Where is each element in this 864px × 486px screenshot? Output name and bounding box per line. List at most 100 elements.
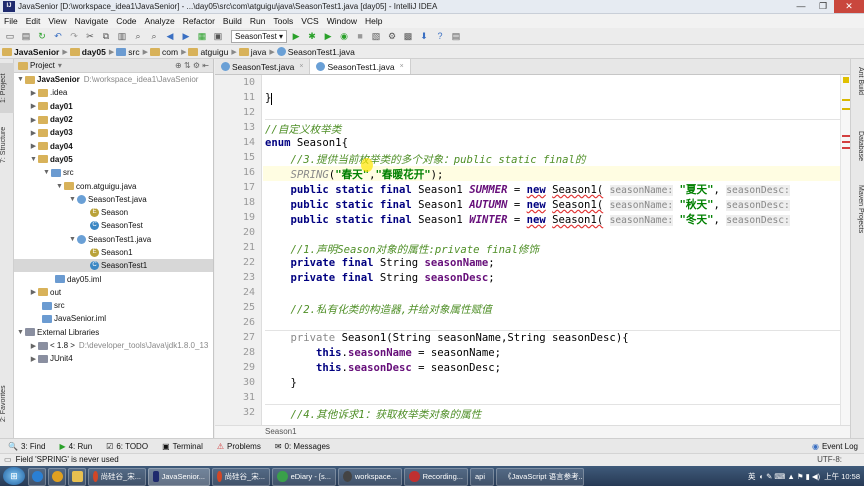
tool-window-database[interactable]: Database (852, 131, 864, 171)
menu-file[interactable]: File (0, 14, 22, 28)
menu-view[interactable]: View (44, 14, 70, 28)
project-structure-icon[interactable]: ▩ (402, 30, 414, 42)
back-icon[interactable]: ◀ (164, 30, 176, 42)
minimize-button[interactable]: — (790, 0, 812, 13)
menu-build[interactable]: Build (219, 14, 246, 28)
maximize-button[interactable]: ❐ (812, 0, 834, 13)
menu-run[interactable]: Run (246, 14, 270, 28)
collapse-arrow-icon[interactable]: ▼ (55, 183, 64, 190)
sync-icon[interactable]: ↻ (36, 30, 48, 42)
collapse-arrow-icon[interactable]: ▼ (68, 196, 77, 203)
code-editor[interactable]: 10 11 12 13 14 15 16 17 18 19 20 21 22 2… (215, 75, 850, 425)
open-folder-icon[interactable]: ▭ (4, 30, 16, 42)
tree-item-day04[interactable]: ▶ day04 (14, 139, 213, 152)
chrome-taskbar-icon[interactable] (48, 467, 66, 486)
tool-event-log[interactable]: ◉ Event Log (812, 442, 858, 451)
collapse-arrow-icon[interactable]: ▼ (16, 76, 25, 83)
tool-find[interactable]: 🔍 3: Find (8, 442, 45, 451)
close-tab-icon[interactable]: × (400, 63, 404, 70)
tool-problems[interactable]: ⚠ Problems (217, 442, 261, 451)
error-stripe[interactable] (840, 75, 850, 425)
taskbar-item-ppt2[interactable]: 尚硅谷_宋... (212, 467, 270, 486)
close-tab-icon[interactable]: × (299, 63, 303, 70)
taskbar-item-workspace[interactable]: workspace... (338, 467, 402, 486)
tab-seasontest-java[interactable]: SeasonTest.java × (215, 59, 311, 74)
taskbar-item-api[interactable]: api (470, 467, 494, 486)
tree-item-day01[interactable]: ▶ day01 (14, 100, 213, 113)
tree-item-seasontest1[interactable]: C SeasonTest1 (14, 259, 213, 273)
tree-item-junit4[interactable]: ▶ JUnit4 (14, 352, 213, 365)
tool-window-structure[interactable]: 7: Structure (0, 119, 14, 171)
crumb-src[interactable]: src ▶ (116, 47, 148, 57)
tool-messages[interactable]: ✉ 0: Messages (275, 442, 330, 451)
debug-icon[interactable]: ✱ (306, 30, 318, 42)
make-project-icon[interactable]: ▦ (196, 30, 208, 42)
replace-icon[interactable]: ⌕ (148, 30, 160, 42)
copy-icon[interactable]: ⧉ (100, 30, 112, 42)
collapse-arrow-icon[interactable]: ▼ (68, 236, 77, 243)
close-button[interactable]: ✕ (834, 0, 864, 13)
crumb-file[interactable]: SeasonTest1.java (276, 47, 355, 57)
status-window-icon[interactable]: ▭ (4, 454, 12, 466)
tree-item-javasenior[interactable]: ▼ JavaSenior D:\workspace_idea1\JavaSenior (14, 73, 213, 86)
sdk-icon[interactable]: ⬇ (418, 30, 430, 42)
help-icon[interactable]: ? (434, 30, 446, 42)
tray-icons[interactable]: ◐ ✎ ⌨ ▲ ⚑ ▮ ◀) (759, 472, 820, 481)
find-icon[interactable]: ⌕ (132, 30, 144, 42)
tree-item-external-libraries[interactable]: ▼ External Libraries (14, 326, 213, 339)
expand-arrow-icon[interactable]: ▶ (29, 89, 38, 97)
crumb-javasenior[interactable]: JavaSenior ▶ (2, 47, 68, 57)
collapse-arrow-icon[interactable]: ▼ (16, 329, 25, 336)
ie-taskbar-icon[interactable] (28, 467, 46, 486)
tool-window-favorites[interactable]: 2: Favorites (0, 379, 14, 429)
vcs-icon[interactable]: ▧ (370, 30, 382, 42)
menu-code[interactable]: Code (112, 14, 140, 28)
tree-item-javasenior-iml[interactable]: JavaSenior.iml (14, 312, 213, 325)
tool-run[interactable]: ▶ 4: Run (59, 442, 92, 451)
panel-settings-icon[interactable]: ⊕ ⇅ ⚙ ⇤ (175, 61, 209, 70)
ime-indicator[interactable]: 英 (748, 471, 756, 482)
expand-arrow-icon[interactable]: ▶ (29, 355, 38, 363)
editor-breadcrumb[interactable]: Season1 (215, 425, 850, 438)
expand-arrow-icon[interactable]: ▶ (29, 142, 38, 150)
collapse-arrow-icon[interactable]: ▼ (29, 156, 38, 163)
tree-item-day02[interactable]: ▶ day02 (14, 113, 213, 126)
stop-icon[interactable]: ■ (354, 30, 366, 42)
menu-vcs[interactable]: VCS (297, 14, 322, 28)
tree-item-season[interactable]: E Season (14, 206, 213, 219)
redo-icon[interactable]: ↷ (68, 30, 80, 42)
undo-icon[interactable]: ↶ (52, 30, 64, 42)
tool-terminal[interactable]: ▣ Terminal (162, 442, 203, 451)
taskbar-item-recording[interactable]: Recording... (404, 467, 468, 486)
save-all-icon[interactable]: ▤ (20, 30, 32, 42)
expand-arrow-icon[interactable]: ▶ (29, 116, 38, 124)
taskbar-item-ppt1[interactable]: 尚硅谷_宋... (88, 467, 146, 486)
tool-window-ant-build[interactable]: Ant Build (852, 67, 864, 111)
error-mark[interactable] (842, 147, 850, 149)
tool-icon[interactable]: ▤ (450, 30, 462, 42)
crumb-atguigu[interactable]: atguigu ▶ (188, 47, 237, 57)
warning-indicator-icon[interactable] (843, 77, 849, 83)
warning-mark[interactable] (842, 99, 850, 101)
tree-item-package[interactable]: ▼ com.atguigu.java (14, 179, 213, 192)
menu-help[interactable]: Help (361, 14, 386, 28)
menu-refactor[interactable]: Refactor (179, 14, 219, 28)
forward-icon[interactable]: ▶ (180, 30, 192, 42)
expand-arrow-icon[interactable]: ▶ (29, 129, 38, 137)
tree-item-seasontest1-java[interactable]: ▼ SeasonTest1.java (14, 233, 213, 246)
expand-arrow-icon[interactable]: ▶ (29, 102, 38, 110)
menu-tools[interactable]: Tools (269, 14, 297, 28)
tree-item-src[interactable]: ▼ src (14, 166, 213, 179)
clock[interactable]: 上午 10:58 (824, 471, 860, 482)
menu-analyze[interactable]: Analyze (141, 14, 179, 28)
crumb-java[interactable]: java ▶ (238, 47, 275, 57)
tool-window-project[interactable]: 1: Project (0, 63, 14, 113)
tree-item-root-src[interactable]: src (14, 299, 213, 312)
tree-item-seasontest-java[interactable]: ▼ SeasonTest.java (14, 193, 213, 206)
tool-window-maven[interactable]: Maven Projects (852, 185, 864, 249)
menu-window[interactable]: Window (323, 14, 361, 28)
encoding-indicator[interactable]: UTF-8: (817, 454, 842, 466)
start-button[interactable]: ⊞ (3, 467, 25, 485)
warning-mark[interactable] (842, 108, 850, 110)
tree-item-out[interactable]: ▶ out (14, 286, 213, 299)
